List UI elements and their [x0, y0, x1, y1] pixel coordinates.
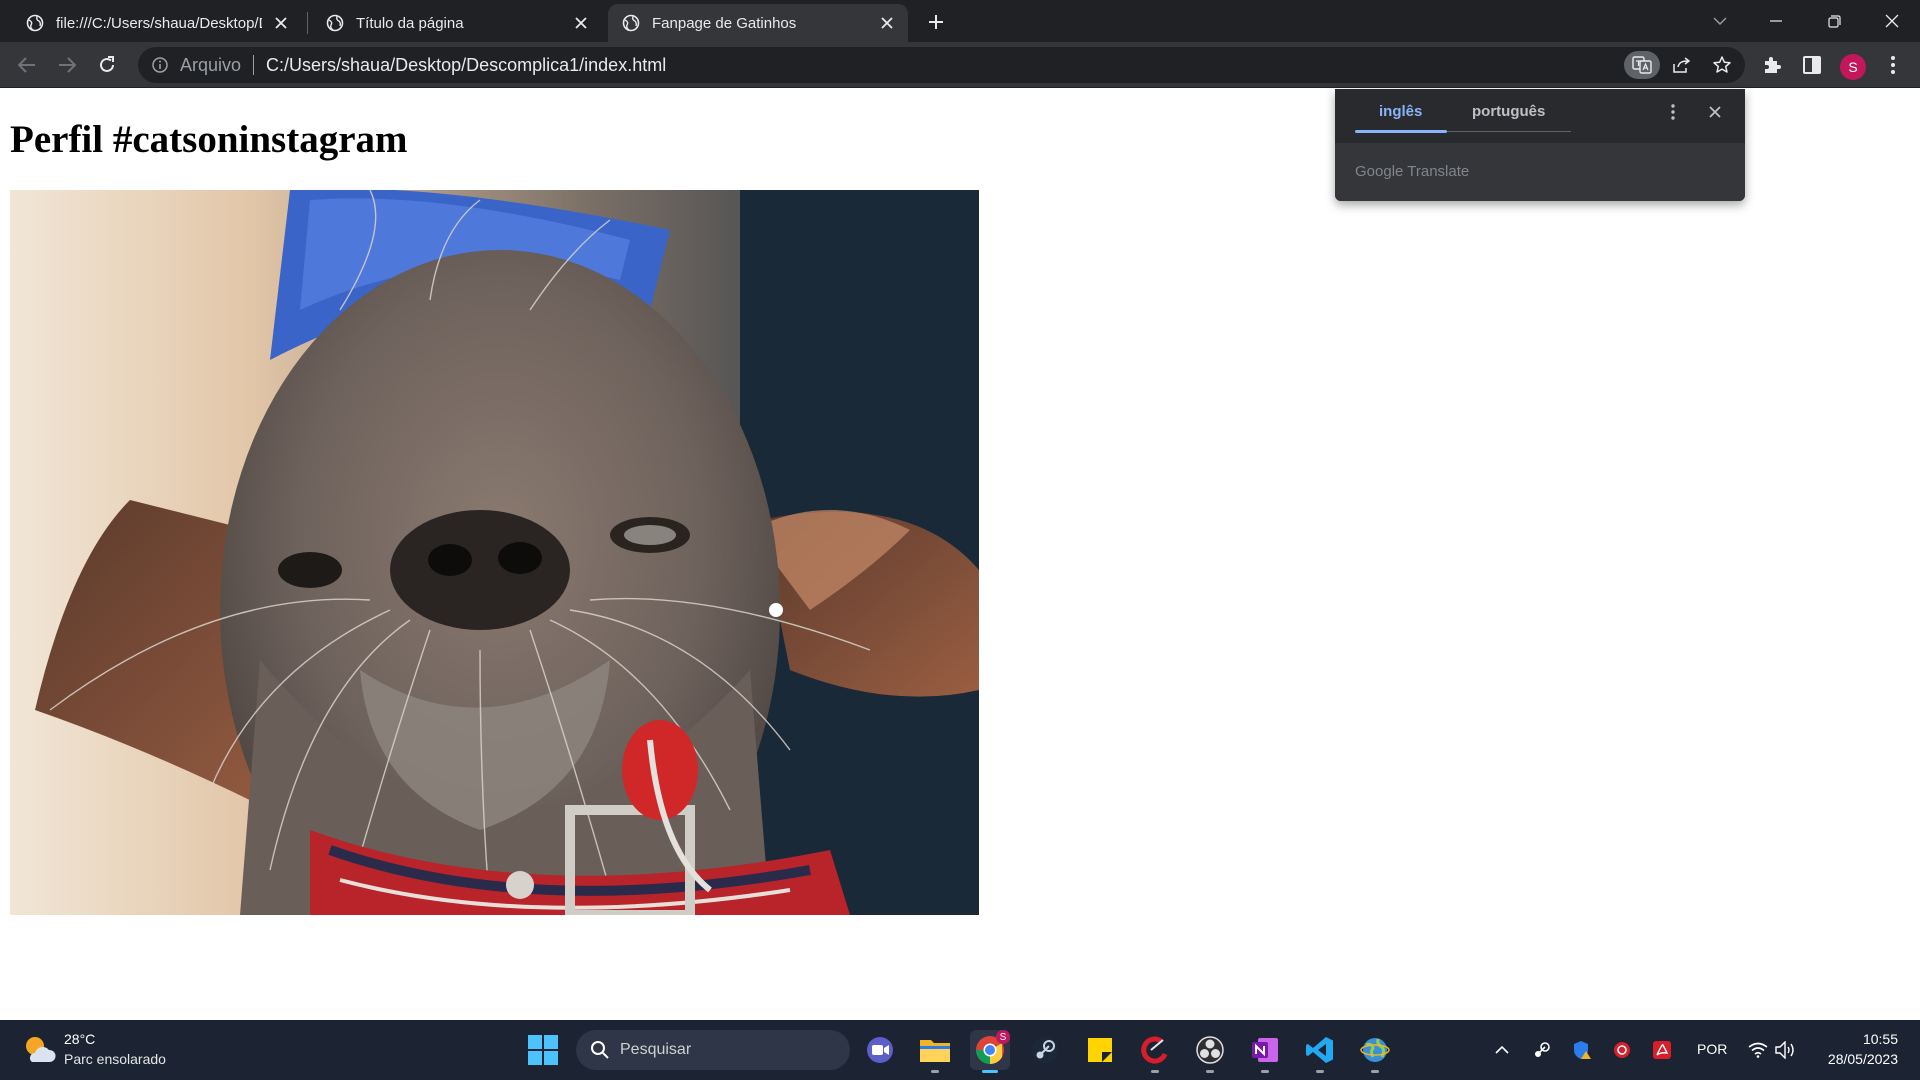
tab-close-icon[interactable]: [570, 12, 592, 34]
tab-target-language[interactable]: português: [1472, 103, 1545, 120]
clock-time: 10:55: [1862, 1031, 1898, 1047]
close-icon: [1885, 14, 1899, 28]
windows-start-icon[interactable]: [527, 1034, 559, 1066]
tab-close-icon[interactable]: [270, 12, 292, 34]
profile-avatar[interactable]: S: [1840, 54, 1866, 80]
extensions-button[interactable]: [1756, 49, 1788, 81]
windows-taskbar: 28°C Parc ensolarado Pesquisar S POR 10:…: [0, 1020, 1920, 1080]
input-language[interactable]: POR: [1697, 1041, 1727, 1057]
plus-icon: [929, 15, 943, 29]
wifi-icon[interactable]: [1746, 1038, 1770, 1062]
language-tab-rule: [1447, 131, 1571, 132]
chevron-up-icon: [1495, 1046, 1509, 1054]
tab-strip: file:///C:/Users/shaua/Desktop/Descompli…: [0, 0, 1920, 42]
site-info-icon[interactable]: [150, 55, 170, 75]
running-indicator: [931, 1070, 939, 1073]
active-indicator: [982, 1070, 998, 1073]
weather-condition: Parc ensolarado: [64, 1051, 166, 1067]
steam-icon[interactable]: [1025, 1030, 1065, 1070]
new-tab-button[interactable]: [922, 8, 950, 36]
translate-icon[interactable]: [1624, 51, 1660, 79]
volume-icon[interactable]: [1774, 1038, 1798, 1062]
browser-menu-button[interactable]: [1877, 49, 1909, 81]
tab-search-button[interactable]: [1692, 0, 1748, 42]
bookmark-star-icon[interactable]: [1708, 51, 1736, 79]
browser-toolbar: Arquivo C:/Users/shaua/Desktop/Descompli…: [0, 42, 1920, 88]
scheme-divider: [253, 55, 255, 75]
address-bar[interactable]: Arquivo C:/Users/shaua/Desktop/Descompli…: [138, 47, 1745, 83]
hairless-dog-photo: [10, 190, 979, 915]
translate-options-button[interactable]: [1660, 99, 1686, 125]
minimize-button[interactable]: [1748, 0, 1804, 42]
reload-button[interactable]: [91, 49, 123, 81]
puzzle-icon: [1765, 57, 1781, 73]
security-warning-icon[interactable]: [1570, 1038, 1594, 1062]
google-translate-brand: Google Translate: [1355, 163, 1470, 180]
url-text[interactable]: C:/Users/shaua/Desktop/Descomplica1/inde…: [266, 55, 666, 76]
close-window-button[interactable]: [1864, 0, 1920, 42]
search-icon: [591, 1041, 609, 1059]
vscode-icon[interactable]: [1300, 1030, 1340, 1073]
kebab-menu-icon: [1671, 104, 1675, 120]
app-globe-icon[interactable]: [1355, 1030, 1395, 1073]
tab-titulo-da-pagina[interactable]: Título da página: [312, 4, 602, 42]
forward-button[interactable]: [51, 49, 83, 81]
clock-date: 28/05/2023: [1827, 1051, 1898, 1067]
tab-title: Fanpage de Gatinhos: [652, 14, 797, 32]
translate-close-button[interactable]: [1702, 99, 1728, 125]
search-placeholder: Pesquisar: [620, 1041, 692, 1058]
teams-icon[interactable]: [860, 1030, 900, 1070]
running-indicator: [1371, 1070, 1379, 1073]
chrome-profile-badge: S: [996, 1030, 1010, 1044]
scheme-label: Arquivo: [180, 54, 242, 75]
running-indicator: [1206, 1070, 1214, 1073]
running-indicator: [1151, 1070, 1159, 1073]
translate-bubble: inglês português Google Translate: [1335, 89, 1745, 201]
app-red-icon[interactable]: [1135, 1030, 1175, 1073]
globe-icon: [326, 14, 344, 32]
globe-icon: [26, 14, 44, 32]
tab-fanpage-de-gatinhos[interactable]: Fanpage de Gatinhos: [608, 4, 908, 42]
weather-temperature: 28°C: [64, 1031, 96, 1047]
acrobat-tray-icon[interactable]: [1650, 1038, 1674, 1062]
close-icon: [1709, 106, 1721, 118]
obs-icon[interactable]: [1190, 1030, 1230, 1073]
reload-icon: [100, 56, 114, 72]
chevron-down-icon: [1713, 17, 1727, 25]
side-panel-button[interactable]: [1796, 49, 1828, 81]
tab-separator: [307, 12, 308, 34]
arrow-left-icon: [18, 57, 35, 73]
partly-sunny-icon: [26, 1037, 56, 1062]
tab-source-language[interactable]: inglês: [1379, 103, 1422, 120]
onenote-icon[interactable]: [1245, 1030, 1285, 1073]
page-viewport: Perfil #catsoninstagram: [0, 89, 1920, 1020]
active-language-indicator: [1355, 130, 1447, 133]
sticky-notes-icon[interactable]: [1080, 1030, 1120, 1070]
minimize-icon: [1770, 20, 1782, 22]
running-indicator: [1316, 1070, 1324, 1073]
taskbar-search-box[interactable]: Pesquisar: [576, 1030, 850, 1070]
tab-title: file:///C:/Users/shaua/Desktop/Descompli…: [56, 14, 262, 32]
translate-footer: Google Translate: [1335, 143, 1745, 201]
share-icon[interactable]: [1668, 51, 1696, 79]
tab-close-icon[interactable]: [876, 12, 898, 34]
tab-title: Título da página: [356, 14, 464, 32]
show-hidden-icons-button[interactable]: [1490, 1038, 1514, 1062]
page-heading: Perfil #catsoninstagram: [10, 118, 408, 161]
globe-icon: [622, 14, 640, 32]
restore-icon: [1827, 14, 1841, 28]
kebab-menu-icon: [1891, 56, 1895, 74]
restore-button[interactable]: [1806, 0, 1862, 42]
red-app-tray-icon[interactable]: [1610, 1038, 1634, 1062]
file-explorer-icon[interactable]: [915, 1030, 955, 1073]
arrow-right-icon: [59, 57, 76, 73]
chrome-icon[interactable]: S: [970, 1030, 1010, 1073]
tab-file-url[interactable]: file:///C:/Users/shaua/Desktop/Descompli…: [12, 4, 302, 42]
side-panel-icon: [1803, 56, 1821, 74]
back-button[interactable]: [11, 49, 43, 81]
steam-tray-icon[interactable]: [1530, 1038, 1554, 1062]
running-indicator: [1261, 1070, 1269, 1073]
